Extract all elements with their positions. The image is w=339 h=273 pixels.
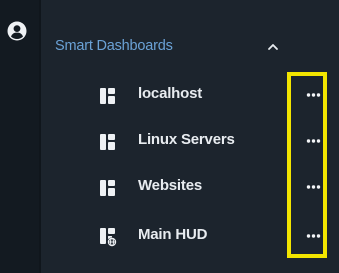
section-title: Smart Dashboards (55, 38, 173, 54)
ellipsis-icon (306, 93, 321, 97)
item-more-button[interactable] (301, 85, 325, 105)
sidebar-item-label: Websites (138, 177, 202, 194)
sidebar-item-linux-servers[interactable]: Linux Servers (98, 127, 268, 155)
ellipsis-icon (306, 234, 321, 238)
app-window: Smart Dashboards localhost Linux Servers (0, 0, 339, 273)
user-circle-icon (7, 21, 27, 41)
item-more-button[interactable] (301, 131, 325, 151)
smart-dashboards-section-header[interactable]: Smart Dashboards (55, 34, 298, 60)
sidebar-item-localhost[interactable]: localhost (98, 81, 268, 109)
ellipsis-icon (306, 185, 321, 189)
dashboard-icon (100, 88, 115, 104)
user-account-button[interactable] (7, 21, 27, 41)
item-more-button[interactable] (301, 226, 325, 246)
item-more-button[interactable] (301, 177, 325, 197)
sidebar-item-label: localhost (138, 85, 203, 102)
sidebar-item-main-hud[interactable]: Main HUD (98, 222, 268, 250)
chevron-up-icon[interactable] (266, 41, 280, 53)
ellipsis-icon (306, 139, 321, 143)
sidebar-item-label: Main HUD (138, 226, 208, 243)
icon-rail (0, 0, 39, 273)
dashboard-icon (100, 134, 115, 150)
dashboard-icon (100, 180, 115, 196)
sidebar-item-label: Linux Servers (138, 131, 235, 148)
sidebar-item-websites[interactable]: Websites (98, 173, 268, 201)
dashboard-globe-icon (100, 228, 117, 247)
